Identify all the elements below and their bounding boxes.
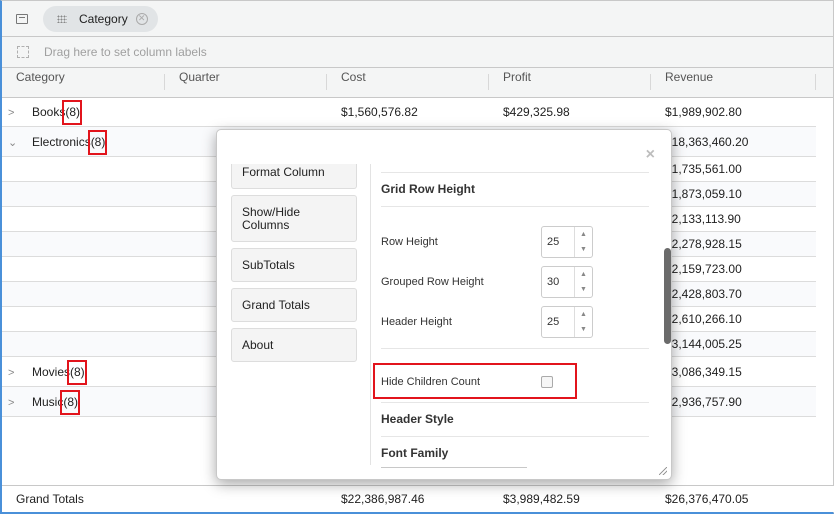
drag-handle-icon[interactable]: [57, 14, 67, 23]
remove-group-icon[interactable]: ✕: [135, 12, 148, 25]
group-chip-label: Category: [79, 11, 128, 26]
field-header-height: Header Height 25 ▲ ▼: [381, 302, 649, 342]
divider: [381, 172, 649, 173]
menu-format-column[interactable]: Format Column: [231, 164, 357, 189]
revenue-cell: $2,428,803.70: [665, 287, 742, 301]
column-labels-icon: [17, 46, 29, 58]
grouped-row-height-stepper[interactable]: 30 ▲ ▼: [541, 266, 593, 298]
field-label: Grouped Row Height: [381, 276, 484, 288]
revenue-cell: $3,086,349.15: [665, 364, 742, 379]
children-count: (8): [60, 389, 80, 415]
chevron-right-icon[interactable]: >: [8, 107, 22, 119]
children-count: (8): [67, 359, 87, 385]
revenue-cell: $1,873,059.10: [665, 187, 742, 201]
header-category[interactable]: Category: [2, 68, 165, 97]
grand-totals-label: Grand Totals: [16, 492, 84, 506]
settings-content: Grid Row Height Row Height 25 ▲ ▼ Grouped…: [373, 164, 649, 468]
children-count: (8): [87, 129, 107, 155]
revenue-cell: $1,989,902.80: [665, 104, 742, 119]
revenue-cell: $1,735,561.00: [665, 162, 742, 176]
menu-about[interactable]: About: [231, 328, 357, 362]
profit-cell: $429,325.98: [503, 104, 570, 119]
grand-total-cost: $22,386,987.46: [341, 492, 425, 506]
column-labels-placeholder: Drag here to set column labels: [44, 45, 207, 59]
header-height-stepper[interactable]: 25 ▲ ▼: [541, 306, 593, 338]
chevron-right-icon[interactable]: >: [8, 397, 22, 409]
header-profit[interactable]: Profit: [489, 68, 651, 97]
chevron-down-icon[interactable]: ⌄: [8, 136, 22, 149]
revenue-cell: $2,278,928.15: [665, 237, 742, 251]
menu-grand-totals[interactable]: Grand Totals: [231, 288, 357, 322]
group-name: Books: [32, 104, 66, 119]
stepper-value[interactable]: 30: [542, 267, 574, 297]
grand-total-revenue: $26,376,470.05: [665, 492, 749, 506]
field-label: Header Height: [381, 316, 452, 328]
field-row-height: Row Height 25 ▲ ▼: [381, 222, 649, 262]
decrement-icon[interactable]: ▼: [580, 286, 587, 293]
section-title-font-family: Font Family: [381, 446, 449, 460]
decrement-icon[interactable]: ▼: [580, 326, 587, 333]
group-chip-category[interactable]: Category ✕: [43, 5, 158, 32]
header-revenue[interactable]: Revenue: [651, 68, 816, 97]
revenue-cell: $2,936,757.90: [665, 394, 742, 409]
header-quarter[interactable]: Quarter: [165, 68, 327, 97]
field-grouped-row-height: Grouped Row Height 30 ▲ ▼: [381, 262, 649, 302]
group-panel-icon[interactable]: [16, 13, 28, 24]
revenue-cell: $2,133,113.90: [665, 212, 741, 226]
stepper-value[interactable]: 25: [542, 227, 574, 257]
menu-show-hide-columns[interactable]: Show/Hide Columns: [231, 195, 357, 242]
row-height-stepper[interactable]: 25 ▲ ▼: [541, 226, 593, 258]
revenue-cell: $18,363,460.20: [665, 134, 749, 149]
column-labels-panel[interactable]: Drag here to set column labels: [2, 37, 833, 68]
field-label: Row Height: [381, 236, 438, 248]
divider: [370, 164, 371, 465]
menu-subtotals[interactable]: SubTotals: [231, 248, 357, 282]
grand-total-profit: $3,989,482.59: [503, 492, 580, 506]
highlight-box: [373, 363, 577, 399]
header-cost[interactable]: Cost: [327, 68, 489, 97]
divider: [381, 348, 649, 349]
stepper-value[interactable]: 25: [542, 307, 574, 337]
cost-cell: $1,560,576.82: [341, 104, 418, 119]
revenue-cell: $3,144,005.25: [665, 337, 742, 351]
revenue-cell: $2,159,723.00: [665, 262, 742, 276]
increment-icon[interactable]: ▲: [580, 231, 587, 238]
chevron-right-icon[interactable]: >: [8, 367, 22, 379]
section-title-grid-row-height: Grid Row Height: [381, 182, 475, 196]
revenue-cell: $2,610,266.10: [665, 312, 742, 326]
font-family-select[interactable]: [381, 467, 527, 468]
group-name: Electronics: [32, 134, 91, 149]
children-count: (8): [62, 99, 82, 125]
increment-icon[interactable]: ▲: [580, 311, 587, 318]
group-name: Movies: [32, 364, 71, 379]
settings-menu: Format Column Show/Hide Columns SubTotal…: [231, 164, 357, 368]
increment-icon[interactable]: ▲: [580, 271, 587, 278]
grand-totals-row: Grand Totals $22,386,987.46 $3,989,482.5…: [2, 485, 834, 512]
column-header-row: Category Quarter Cost Profit Revenue: [2, 68, 833, 98]
close-icon[interactable]: ×: [646, 146, 655, 164]
group-name: Music: [32, 394, 64, 409]
resize-handle-icon[interactable]: [659, 467, 667, 475]
decrement-icon[interactable]: ▼: [580, 246, 587, 253]
group-row-books[interactable]: > Books(8) $1,560,576.82 $429,325.98 $1,9…: [2, 97, 816, 127]
section-title-header-style: Header Style: [381, 412, 454, 426]
settings-dialog: × Format Column Show/Hide Columns SubTot…: [216, 129, 672, 480]
scrollbar[interactable]: [664, 248, 671, 344]
group-panel: Category ✕: [2, 1, 833, 37]
